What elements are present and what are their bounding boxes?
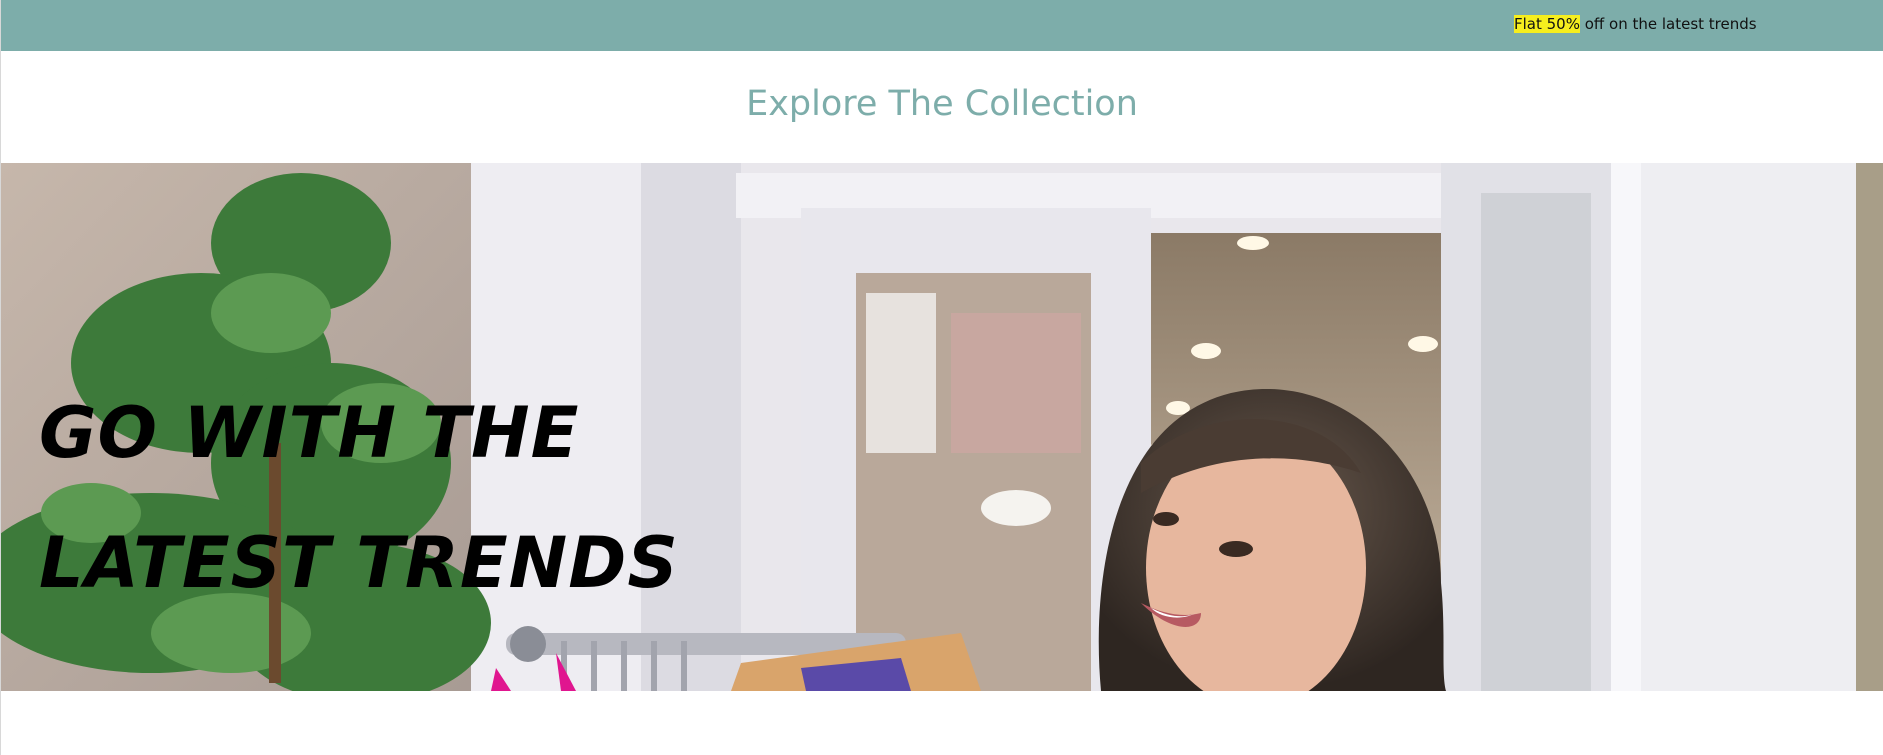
hero-banner: GO WITH THE LATEST TRENDS xyxy=(1,163,1883,691)
hero-headline-line-2: LATEST TRENDS xyxy=(39,522,679,604)
promo-text: Flat 50% off on the latest trends xyxy=(1514,15,1757,34)
hero-headline: GO WITH THE LATEST TRENDS xyxy=(39,368,679,628)
promo-bar: Flat 50% off on the latest trends xyxy=(1,0,1883,51)
section-title: Explore The Collection xyxy=(746,84,1138,124)
promo-rest: off on the latest trends xyxy=(1579,15,1757,33)
promo-highlight: Flat 50% xyxy=(1514,15,1580,33)
page: Flat 50% off on the latest trends Explor… xyxy=(0,0,1883,755)
hero-headline-line-1: GO WITH THE xyxy=(39,392,580,474)
